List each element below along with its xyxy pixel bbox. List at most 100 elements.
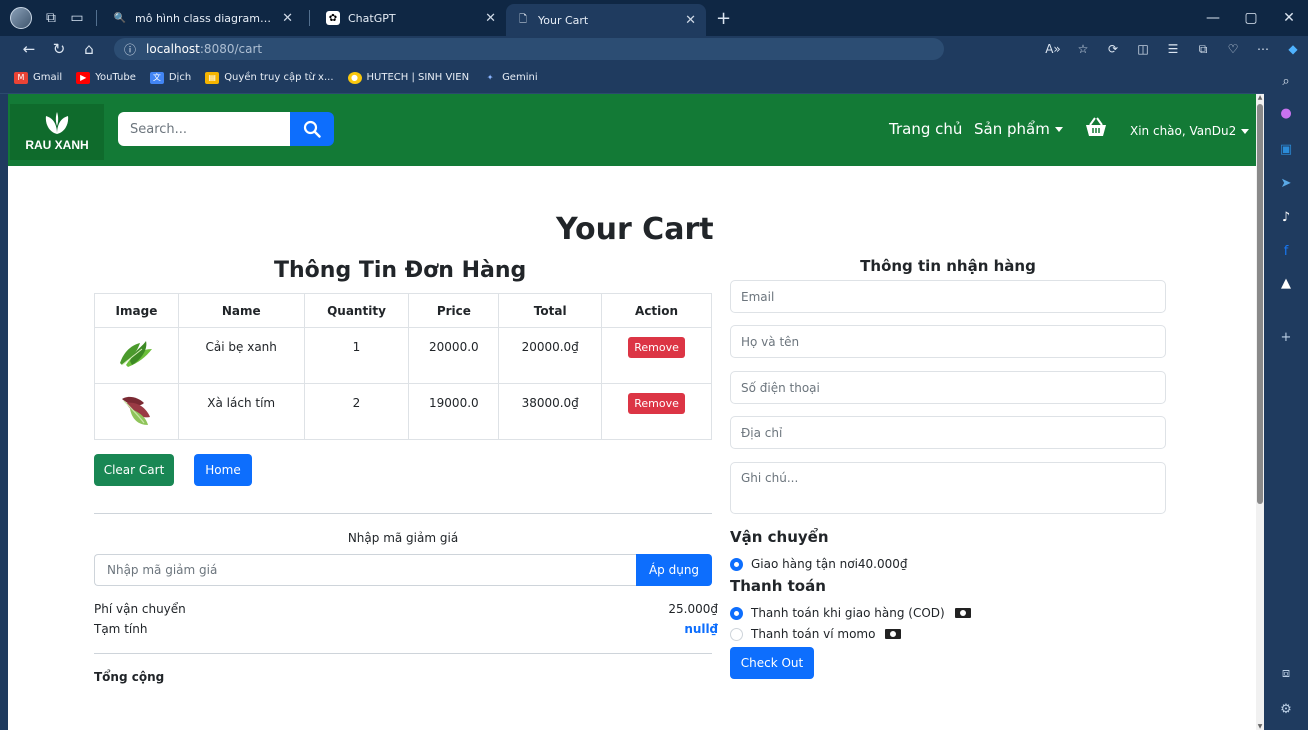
- tab-actions-icon[interactable]: ▭: [64, 5, 90, 31]
- minimize-icon[interactable]: —: [1194, 0, 1232, 36]
- extensions-icon[interactable]: ⟳: [1098, 42, 1128, 56]
- payment-heading: Thanh toán: [730, 577, 826, 595]
- coupon-input[interactable]: [94, 554, 636, 586]
- clear-cart-button[interactable]: Clear Cart: [94, 454, 174, 486]
- shipping-option-delivery[interactable]: Giao hàng tận nơi40.000₫: [730, 557, 908, 571]
- fullname-field[interactable]: [730, 325, 1166, 358]
- copilot-icon[interactable]: ◆: [1278, 42, 1308, 56]
- read-aloud-icon[interactable]: A»: [1038, 42, 1068, 56]
- site-info-icon[interactable]: ⓘ: [124, 41, 136, 58]
- column-header-name: Name: [177, 293, 305, 328]
- site-logo[interactable]: RAU XANH: [10, 104, 104, 160]
- product-price: 20000.0: [408, 327, 500, 384]
- column-header-image: Image: [94, 293, 179, 328]
- workspaces-icon[interactable]: ⧉: [38, 5, 64, 31]
- screenshot-icon[interactable]: ⧈: [1264, 666, 1308, 681]
- profile-avatar[interactable]: [10, 7, 32, 29]
- outlook-icon[interactable]: ▣: [1264, 142, 1308, 157]
- bookmark-label: YouTube: [95, 72, 136, 83]
- home-button[interactable]: Home: [194, 454, 252, 486]
- radio-selected[interactable]: [730, 606, 743, 620]
- settings-gear-icon[interactable]: ⚙: [1264, 702, 1308, 717]
- product-image-cai-be-xanh[interactable]: [116, 339, 156, 369]
- more-icon[interactable]: ⋯: [1248, 42, 1278, 56]
- restore-icon[interactable]: ▢: [1232, 0, 1270, 36]
- scroll-down-icon[interactable]: ▼: [1256, 723, 1264, 730]
- product-name: Cải bẹ xanh: [177, 327, 305, 384]
- user-greeting-dropdown[interactable]: Xin chào, VanDu2: [1130, 124, 1250, 138]
- split-screen-icon[interactable]: ◫: [1128, 42, 1158, 56]
- page-scrollbar[interactable]: ▲ ▼: [1256, 94, 1264, 730]
- search-favicon-icon: 🔍: [113, 12, 127, 24]
- tab-close-icon[interactable]: ✕: [282, 11, 293, 26]
- copilot-sidebar-icon[interactable]: ●: [1264, 106, 1308, 121]
- search-button[interactable]: [290, 112, 334, 146]
- bookmark-label: Gmail: [33, 72, 63, 83]
- toolbar-icons: A» ☆ ⟳ ◫ ☰ ⧉ ♡ ⋯ ◆: [1038, 36, 1308, 62]
- bookmark-youtube[interactable]: ▶ YouTube: [76, 71, 136, 84]
- sidebar-search-icon[interactable]: ⌕: [1264, 74, 1308, 89]
- bookmark-dich[interactable]: 文 Dịch: [149, 71, 191, 84]
- radio-selected[interactable]: [730, 557, 743, 571]
- performance-icon[interactable]: ♡: [1218, 42, 1248, 56]
- product-quantity: 2: [303, 383, 410, 440]
- payment-option-cod[interactable]: Thanh toán khi giao hàng (COD): [730, 606, 971, 620]
- payment-option-momo[interactable]: Thanh toán ví momo: [730, 627, 902, 641]
- facebook-icon[interactable]: f: [1264, 244, 1308, 259]
- url-field[interactable]: ⓘ localhost :8080/cart: [114, 38, 944, 60]
- collections-icon[interactable]: ⧉: [1188, 42, 1218, 57]
- close-window-icon[interactable]: ✕: [1270, 0, 1308, 36]
- search-input[interactable]: [118, 112, 290, 146]
- favorite-star-icon[interactable]: ☆: [1068, 42, 1098, 56]
- bookmark-label: Gemini: [502, 72, 538, 83]
- refresh-icon[interactable]: ↻: [44, 40, 74, 58]
- tab-your-cart[interactable]: 🗋 Your Cart ✕: [506, 4, 706, 36]
- bookmark-access[interactable]: ▤ Quyền truy cập từ x...: [205, 71, 334, 84]
- site-navbar: RAU XANH Trang chủ Sản phẩm Xin chào, Va…: [8, 94, 1256, 166]
- browser-tab-bar: ⧉ ▭ 🔍 mô hình class diagram online - T ✕…: [0, 0, 1308, 36]
- youtube-icon: ▶: [76, 71, 91, 84]
- bookmark-gemini[interactable]: ✦ Gemini: [483, 72, 538, 84]
- address-field[interactable]: [730, 416, 1166, 449]
- app-icon[interactable]: ▲: [1264, 276, 1308, 291]
- column-header-quantity: Quantity: [303, 293, 410, 328]
- email-field[interactable]: [730, 280, 1166, 313]
- note-textarea[interactable]: [730, 462, 1166, 514]
- page-viewport: RAU XANH Trang chủ Sản phẩm Xin chào, Va…: [8, 94, 1264, 730]
- product-image-xa-lach-tim[interactable]: [116, 393, 156, 427]
- phone-field[interactable]: [730, 371, 1166, 404]
- tiktok-icon[interactable]: ♪: [1264, 210, 1308, 225]
- search-icon: [303, 120, 321, 138]
- checkout-button[interactable]: Check Out: [730, 647, 814, 679]
- shipping-option-label: Giao hàng tận nơi40.000₫: [751, 557, 908, 571]
- tab-chatgpt[interactable]: ✿ ChatGPT ✕: [316, 3, 506, 33]
- coupon-label: Nhập mã giảm giá: [347, 531, 459, 545]
- receiver-info-title: Thông tin nhận hàng: [860, 257, 1036, 275]
- shopping-basket-icon[interactable]: [1084, 116, 1108, 138]
- apply-coupon-button[interactable]: Áp dụng: [636, 554, 712, 586]
- tab-close-icon[interactable]: ✕: [685, 13, 696, 28]
- scroll-up-icon[interactable]: ▲: [1256, 94, 1264, 101]
- bookmark-hutech[interactable]: ● HUTECH | SINH VIEN: [347, 71, 469, 84]
- add-app-icon[interactable]: +: [1264, 330, 1308, 345]
- home-icon[interactable]: ⌂: [74, 40, 104, 58]
- tab-class-diagram[interactable]: 🔍 mô hình class diagram online - T ✕: [103, 3, 303, 33]
- bookmark-gmail[interactable]: M Gmail: [14, 71, 63, 84]
- product-price: 19000.0: [408, 383, 500, 440]
- nav-home-link[interactable]: Trang chủ: [889, 120, 962, 138]
- nav-products-dropdown[interactable]: Sản phẩm: [974, 120, 1063, 138]
- back-icon[interactable]: ←: [14, 40, 44, 58]
- remove-button[interactable]: Remove: [628, 393, 685, 414]
- tab-close-icon[interactable]: ✕: [485, 11, 496, 26]
- scrollbar-thumb[interactable]: [1257, 104, 1263, 504]
- new-tab-icon[interactable]: +: [716, 8, 731, 29]
- divider: [94, 513, 712, 514]
- remove-button[interactable]: Remove: [628, 337, 685, 358]
- chatgpt-favicon-icon: ✿: [326, 11, 340, 25]
- url-path: :8080/cart: [199, 42, 263, 56]
- column-header-total: Total: [498, 293, 603, 328]
- telegram-icon[interactable]: ➤: [1264, 176, 1308, 191]
- favorites-icon[interactable]: ☰: [1158, 42, 1188, 56]
- radio-unselected[interactable]: [730, 627, 743, 641]
- edge-sidebar: ⌕ ● ▣ ➤ ♪ f ▲ + ⧈ ⚙: [1264, 62, 1308, 730]
